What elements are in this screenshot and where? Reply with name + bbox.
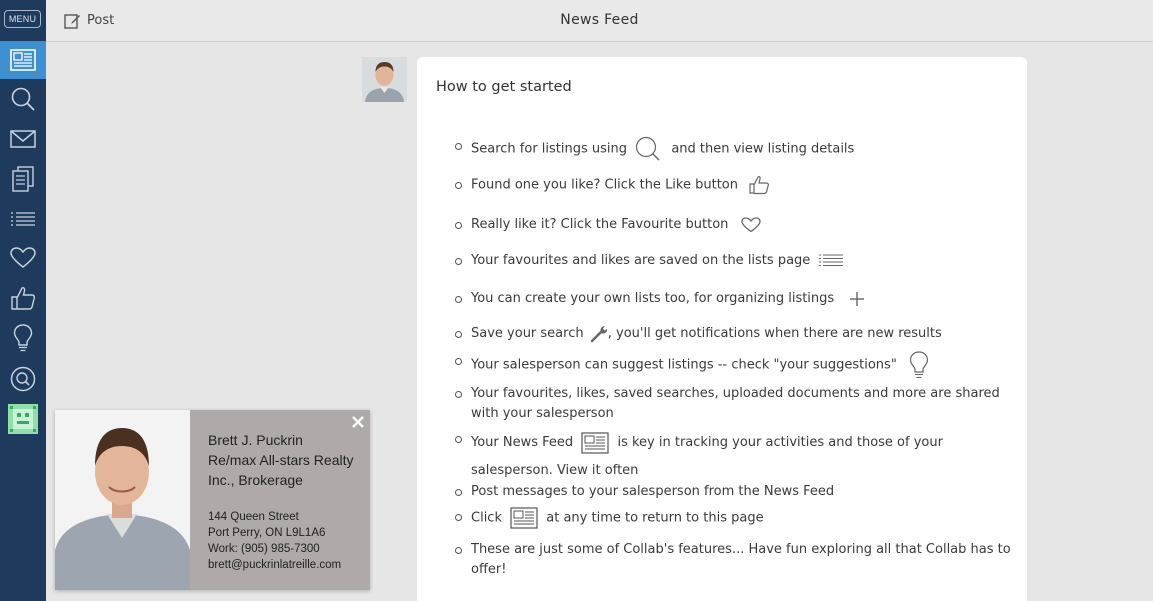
- thumbs-up-icon: [11, 287, 36, 310]
- list-item: Post messages to your salesperson from t…: [455, 482, 1016, 502]
- tip-text: You can create your own lists too, for o…: [471, 291, 835, 306]
- list-item: You can create your own lists too, for o…: [455, 289, 1016, 309]
- contact-address: 144 Queen Street: [208, 511, 299, 523]
- list-item: Your salesperson can suggest listings --…: [455, 351, 1016, 379]
- tip-text: These are just some of Collab's features…: [471, 542, 1011, 577]
- thumbs-up-icon: [749, 176, 770, 195]
- lightbulb-icon: [909, 351, 929, 379]
- sidebar: MENU: [0, 0, 46, 601]
- news-feed-card: How to get started Search for listings u…: [417, 57, 1027, 601]
- plus-icon: [850, 291, 865, 306]
- list-icon: [819, 254, 844, 266]
- contact-email[interactable]: brett@puckrinlatreille.com: [208, 559, 341, 571]
- list-item: Search for listings using and then view …: [455, 136, 1016, 162]
- tip-text: Your favourites and likes are saved on t…: [471, 253, 811, 268]
- sidebar-item-suggestions[interactable]: [0, 319, 46, 357]
- salesperson-photo: [55, 410, 190, 590]
- contact-city: Port Perry, ON L9L1A6: [208, 527, 326, 539]
- heart-icon: [740, 216, 761, 232]
- search-icon: [11, 87, 35, 111]
- list-item: Your favourites and likes are saved on t…: [455, 251, 1016, 271]
- sidebar-item-favourites[interactable]: [0, 239, 46, 277]
- list-item: Really like it? Click the Favourite butt…: [455, 215, 1016, 235]
- contact-company: Re/max All-stars Realty: [208, 452, 354, 468]
- sidebar-item-saved-searches[interactable]: [0, 360, 46, 398]
- list-item: These are just some of Collab's features…: [455, 540, 1016, 580]
- top-bar: Post News Feed: [46, 0, 1153, 42]
- sidebar-item-documents[interactable]: [0, 160, 46, 198]
- contact-card: Brett J. Puckrin Re/max All-stars Realty…: [55, 410, 370, 590]
- sidebar-item-app[interactable]: [0, 400, 46, 438]
- tip-text: Really like it? Click the Favourite butt…: [471, 217, 729, 232]
- tip-text: Your News Feed: [471, 435, 574, 450]
- contact-name: Brett J. Puckrin: [208, 432, 303, 448]
- newspaper-icon: [581, 431, 609, 454]
- tip-text: Search for listings using: [471, 141, 628, 157]
- search-icon: [636, 136, 660, 161]
- tip-text: Your favourites, likes, saved searches, …: [471, 386, 1000, 421]
- contact-photo: [55, 410, 190, 590]
- tip-text: and then view listing details: [671, 141, 855, 157]
- tip-text: Your salesperson can suggest listings --…: [471, 357, 897, 373]
- newspaper-icon: [10, 49, 36, 71]
- search-circle-icon: [10, 366, 36, 392]
- salesperson-photo: [362, 57, 407, 102]
- mail-icon: [10, 130, 36, 148]
- tip-text: , you'll get notifications when there ar…: [607, 326, 942, 341]
- newspaper-icon: [510, 507, 538, 529]
- wrench-icon: [590, 325, 607, 342]
- list-icon: [11, 212, 35, 226]
- sidebar-item-search[interactable]: [0, 80, 46, 118]
- page-title: News Feed: [560, 12, 639, 28]
- app-avatar-icon: [8, 404, 38, 434]
- avatar[interactable]: [362, 57, 407, 102]
- list-item: Your favourites, likes, saved searches, …: [455, 384, 1016, 424]
- heart-icon: [10, 247, 36, 268]
- close-icon[interactable]: [351, 415, 365, 429]
- documents-icon: [12, 166, 34, 192]
- lightbulb-icon: [13, 324, 33, 352]
- tip-text: Post messages to your salesperson from t…: [471, 484, 835, 499]
- tip-text: at any time to return to this page: [546, 510, 764, 526]
- list-item: Click at any time to return to this page: [455, 507, 1016, 529]
- sidebar-item-messages[interactable]: [0, 120, 46, 158]
- list-item: Save your search , you'll get notificati…: [455, 324, 1016, 344]
- list-item: Found one you like? Click the Like butto…: [455, 175, 1016, 196]
- tip-text: Found one you like? Click the Like butto…: [471, 177, 738, 193]
- contact-phone: Work: (905) 985-7300: [208, 543, 320, 555]
- menu-button[interactable]: MENU: [4, 10, 41, 28]
- contact-company: Inc., Brokerage: [208, 472, 303, 488]
- list-item: Your News Feed is key in tracking your a…: [455, 429, 1016, 485]
- card-title: How to get started: [436, 79, 572, 95]
- tip-text: Save your search: [471, 326, 584, 341]
- sidebar-item-likes[interactable]: [0, 279, 46, 317]
- sidebar-item-lists[interactable]: [0, 200, 46, 238]
- sidebar-item-news-feed[interactable]: [0, 41, 46, 79]
- tip-text: Click: [471, 510, 502, 526]
